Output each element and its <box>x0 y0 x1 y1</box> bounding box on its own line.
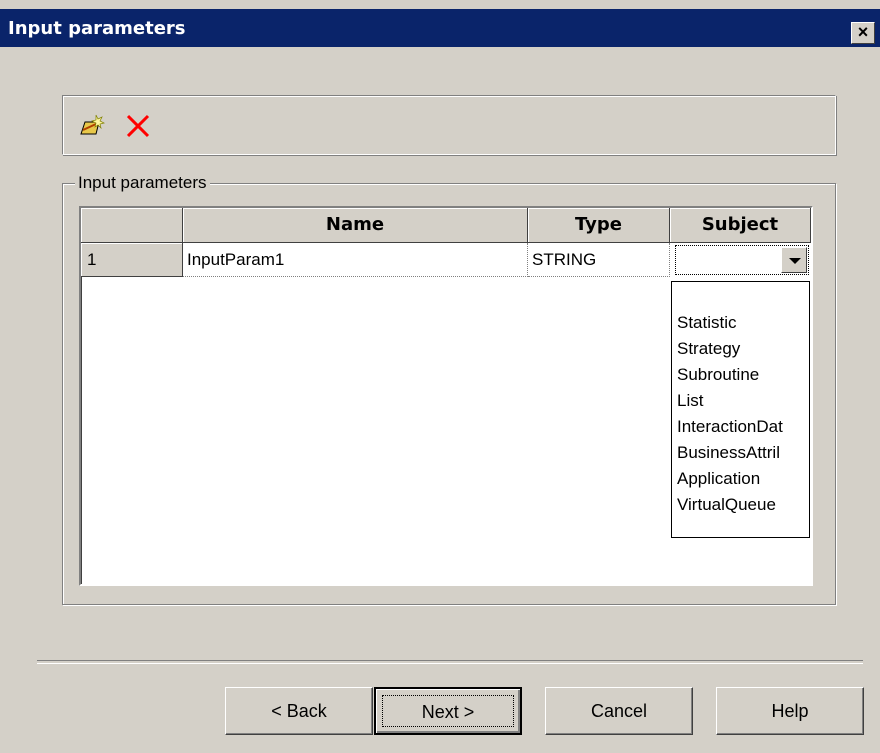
focus-rectangle <box>382 695 514 727</box>
dropdown-option[interactable]: Application <box>672 466 809 492</box>
column-header-type[interactable]: Type <box>528 208 670 243</box>
back-button[interactable]: < Back <box>225 687 373 735</box>
dropdown-option[interactable]: Statistic <box>672 310 809 336</box>
group-legend: Input parameters <box>75 173 210 193</box>
dropdown-option[interactable]: BusinessAttril <box>672 440 809 466</box>
delete-icon[interactable] <box>125 113 151 139</box>
title-bar: Input parameters × <box>0 9 880 47</box>
subject-combobox[interactable] <box>675 245 809 275</box>
new-parameter-icon[interactable] <box>79 113 105 139</box>
back-button-label: < Back <box>271 701 327 721</box>
dropdown-option[interactable]: VirtualQueue <box>672 492 809 518</box>
cell-type[interactable]: STRING <box>528 243 670 277</box>
help-button-label: Help <box>771 701 809 721</box>
dropdown-option[interactable]: List <box>672 388 809 414</box>
dropdown-option[interactable] <box>672 282 809 310</box>
close-icon: × <box>857 22 869 42</box>
subject-dropdown-list[interactable]: Statistic Strategy Subroutine List Inter… <box>671 281 810 538</box>
close-button[interactable]: × <box>851 22 875 44</box>
cell-name[interactable]: InputParam1 <box>183 243 528 277</box>
dropdown-arrow-icon[interactable] <box>781 247 807 273</box>
toolbar <box>62 95 836 155</box>
dropdown-option[interactable]: Strategy <box>672 336 809 362</box>
row-number[interactable]: 1 <box>81 243 183 277</box>
dropdown-option[interactable]: Subroutine <box>672 362 809 388</box>
cancel-button[interactable]: Cancel <box>545 687 693 735</box>
separator <box>37 660 863 664</box>
next-button[interactable]: Next > <box>374 687 522 735</box>
cancel-button-label: Cancel <box>590 701 648 721</box>
help-button[interactable]: Help <box>716 687 864 735</box>
column-header-subject[interactable]: Subject <box>670 208 811 243</box>
column-header-name[interactable]: Name <box>183 208 528 243</box>
header-corner <box>81 208 183 243</box>
dropdown-option[interactable]: InteractionDat <box>672 414 809 440</box>
window-title: Input parameters <box>8 18 186 39</box>
